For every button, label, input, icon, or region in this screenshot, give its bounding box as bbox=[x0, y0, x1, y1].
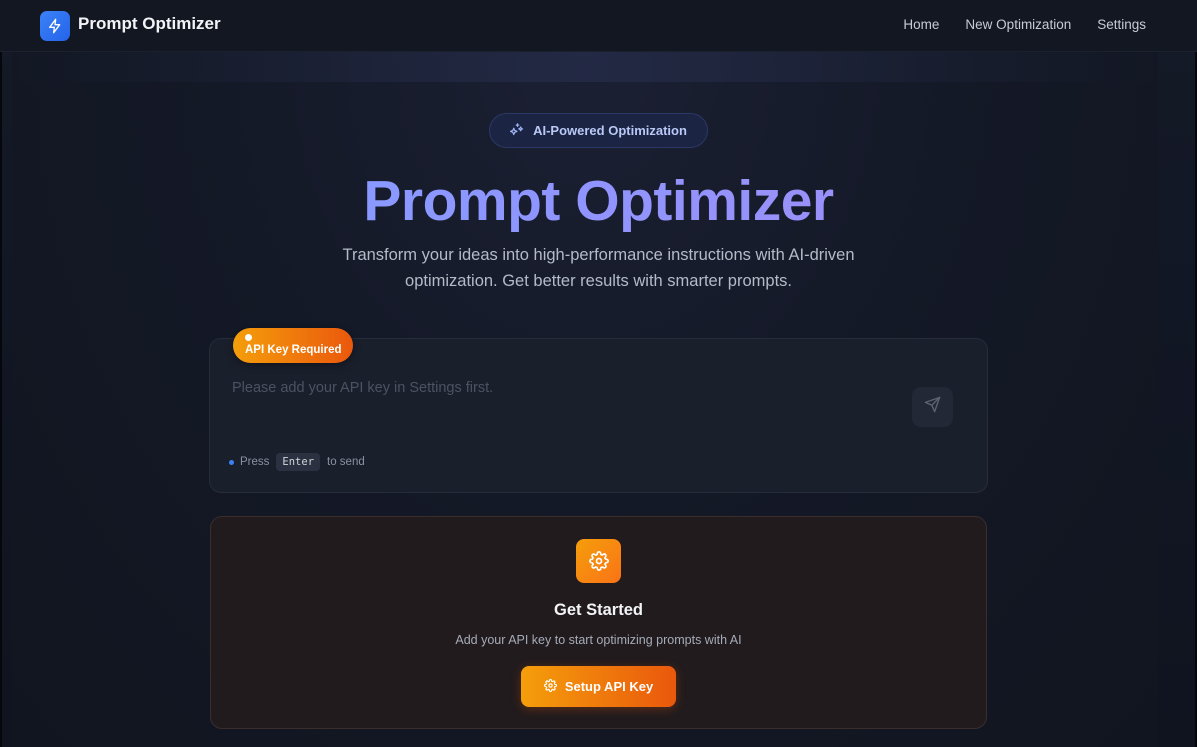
badge-label: AI-Powered Optimization bbox=[533, 123, 687, 138]
get-started-description: Add your API key to start optimizing pro… bbox=[455, 633, 742, 647]
send-hint: Press Enter to send bbox=[229, 453, 365, 471]
get-started-title: Get Started bbox=[554, 601, 643, 619]
nav-home-link[interactable]: Home bbox=[903, 17, 939, 32]
page-subtitle: Transform your ideas into high-performan… bbox=[342, 246, 855, 290]
send-button[interactable] bbox=[912, 387, 953, 427]
nav-settings-link[interactable]: Settings bbox=[1097, 17, 1146, 32]
hint-dot bbox=[229, 459, 234, 465]
top-navigation-bar: Prompt Optimizer Home New Optimization S… bbox=[0, 0, 1197, 52]
sparkles-icon bbox=[510, 122, 525, 140]
status-dot bbox=[245, 334, 252, 341]
app-name[interactable]: Prompt Optimizer bbox=[78, 14, 221, 34]
nav-new-optimization-link[interactable]: New Optimization bbox=[965, 17, 1071, 32]
setup-api-key-button[interactable]: Setup API Key bbox=[521, 666, 676, 707]
setup-api-key-label: Setup API Key bbox=[564, 679, 654, 694]
hint-suffix: to send bbox=[327, 456, 365, 468]
enter-key-hint: Enter bbox=[276, 453, 321, 471]
api-key-required-badge: API Key Required bbox=[233, 328, 353, 363]
lightning-icon[interactable] bbox=[40, 11, 70, 41]
ai-powered-badge: AI-Powered Optimization bbox=[489, 113, 708, 148]
gear-icon bbox=[576, 539, 621, 583]
gear-icon bbox=[543, 678, 557, 695]
api-key-required-label: API Key Required bbox=[245, 344, 342, 356]
page-title: Prompt Optimizer bbox=[0, 168, 1197, 234]
header-glow bbox=[12, 52, 1158, 82]
hint-prefix: Press bbox=[240, 456, 270, 468]
main-nav: Home New Optimization Settings bbox=[903, 17, 1146, 32]
send-icon bbox=[924, 396, 941, 418]
prompt-input[interactable] bbox=[232, 370, 892, 406]
